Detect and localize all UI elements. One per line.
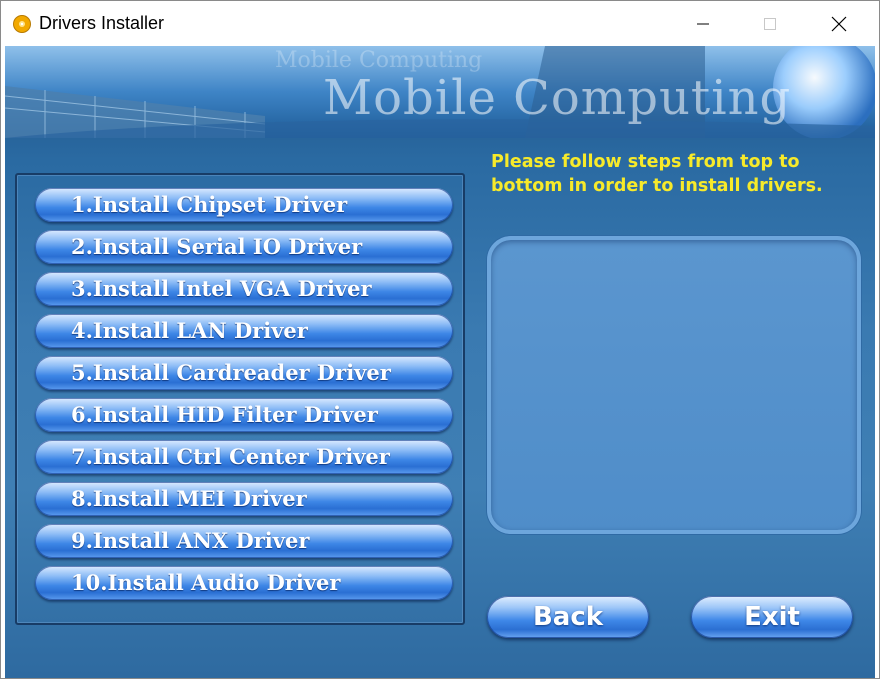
install-button-label: 2.Install Serial IO Driver <box>71 234 363 259</box>
cd-disc-icon <box>13 15 31 33</box>
install-mei-driver-button[interactable]: 8.Install MEI Driver <box>35 482 453 516</box>
install-anx-driver-button[interactable]: 9.Install ANX Driver <box>35 524 453 558</box>
install-button-label: 8.Install MEI Driver <box>71 486 307 511</box>
install-audio-driver-button[interactable]: 10.Install Audio Driver <box>35 566 453 600</box>
instruction-text: Please follow steps from top to bottom i… <box>491 152 823 196</box>
back-button-label: Back <box>532 602 604 632</box>
install-button-label: 9.Install ANX Driver <box>71 528 310 553</box>
install-lan-driver-button[interactable]: 4.Install LAN Driver <box>35 314 453 348</box>
install-hid-filter-driver-button[interactable]: 6.Install HID Filter Driver <box>35 398 453 432</box>
brand-banner: Mobile Computing Mobile Computing <box>5 46 875 138</box>
maximize-icon <box>764 17 776 30</box>
install-ctrl-center-driver-button[interactable]: 7.Install Ctrl Center Driver <box>35 440 453 474</box>
minimize-icon <box>697 23 709 24</box>
install-cardreader-driver-button[interactable]: 5.Install Cardreader Driver <box>35 356 453 390</box>
install-button-label: 7.Install Ctrl Center Driver <box>71 444 390 469</box>
close-icon <box>831 16 847 31</box>
window-title: Drivers Installer <box>39 13 165 33</box>
close-button[interactable] <box>811 1 867 46</box>
maximize-button <box>742 1 798 46</box>
install-serial-io-driver-button[interactable]: 2.Install Serial IO Driver <box>35 230 453 264</box>
banner-brand: Mobile Computing <box>323 70 792 126</box>
install-button-label: 5.Install Cardreader Driver <box>71 360 391 385</box>
title-bar[interactable]: Drivers Installer <box>1 1 879 46</box>
exit-button-label: Exit <box>744 602 800 632</box>
install-intel-vga-driver-button[interactable]: 3.Install Intel VGA Driver <box>35 272 453 306</box>
install-button-label: 1.Install Chipset Driver <box>71 192 348 217</box>
drivers-installer-window: Drivers Installer Mobile Computing Mobil… <box>0 0 880 679</box>
install-button-label: 3.Install Intel VGA Driver <box>71 276 372 301</box>
back-button[interactable]: Back <box>487 596 649 638</box>
minimize-button[interactable] <box>675 1 731 46</box>
exit-button[interactable]: Exit <box>691 596 853 638</box>
install-button-label: 4.Install LAN Driver <box>71 318 308 343</box>
install-chipset-driver-button[interactable]: 1.Install Chipset Driver <box>35 188 453 222</box>
installer-content: Mobile Computing Mobile Computing Please… <box>5 46 875 678</box>
install-button-label: 6.Install HID Filter Driver <box>71 402 378 427</box>
status-display-panel <box>487 236 861 534</box>
install-button-label: 10.Install Audio Driver <box>71 570 341 595</box>
